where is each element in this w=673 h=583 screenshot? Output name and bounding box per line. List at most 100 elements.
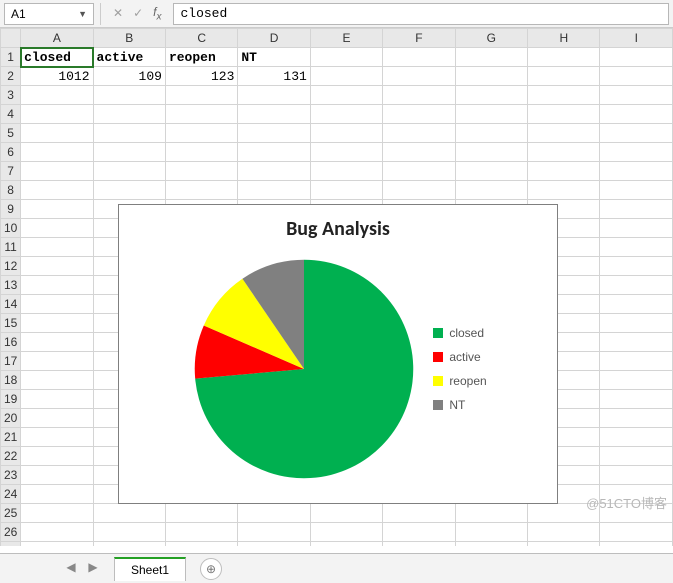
cell-B8[interactable] xyxy=(93,181,165,200)
cell-I26[interactable] xyxy=(600,523,673,542)
cell-A9[interactable] xyxy=(21,200,93,219)
row-header-6[interactable]: 6 xyxy=(1,143,21,162)
row-header-17[interactable]: 17 xyxy=(1,352,21,371)
cell-I4[interactable] xyxy=(600,105,673,124)
cell-I16[interactable] xyxy=(600,333,673,352)
cell-B3[interactable] xyxy=(93,86,165,105)
cell-C8[interactable] xyxy=(165,181,237,200)
cell-B27[interactable] xyxy=(93,542,165,547)
cell-I19[interactable] xyxy=(600,390,673,409)
row-header-25[interactable]: 25 xyxy=(1,504,21,523)
cell-A26[interactable] xyxy=(21,523,93,542)
cell-F5[interactable] xyxy=(383,124,455,143)
cell-I7[interactable] xyxy=(600,162,673,181)
cell-I18[interactable] xyxy=(600,371,673,390)
cell-H6[interactable] xyxy=(528,143,600,162)
cell-C1[interactable]: reopen xyxy=(165,48,237,67)
cell-A21[interactable] xyxy=(21,428,93,447)
cell-I2[interactable] xyxy=(600,67,673,86)
cell-A19[interactable] xyxy=(21,390,93,409)
cell-H5[interactable] xyxy=(528,124,600,143)
col-header-D[interactable]: D xyxy=(238,29,310,48)
cell-G7[interactable] xyxy=(455,162,527,181)
cell-A23[interactable] xyxy=(21,466,93,485)
row-header-11[interactable]: 11 xyxy=(1,238,21,257)
cell-I21[interactable] xyxy=(600,428,673,447)
cell-E7[interactable] xyxy=(310,162,382,181)
cell-A24[interactable] xyxy=(21,485,93,504)
cell-A13[interactable] xyxy=(21,276,93,295)
cell-A2[interactable]: 1012 xyxy=(21,67,93,86)
cell-A11[interactable] xyxy=(21,238,93,257)
row-header-2[interactable]: 2 xyxy=(1,67,21,86)
chevron-down-icon[interactable]: ▼ xyxy=(78,9,87,19)
cell-G2[interactable] xyxy=(455,67,527,86)
cell-G26[interactable] xyxy=(455,523,527,542)
cell-I14[interactable] xyxy=(600,295,673,314)
row-header-7[interactable]: 7 xyxy=(1,162,21,181)
cell-A4[interactable] xyxy=(21,105,93,124)
cell-A20[interactable] xyxy=(21,409,93,428)
col-header-E[interactable]: E xyxy=(310,29,382,48)
name-box[interactable]: A1 ▼ xyxy=(4,3,94,25)
cell-F1[interactable] xyxy=(383,48,455,67)
cell-H7[interactable] xyxy=(528,162,600,181)
row-header-15[interactable]: 15 xyxy=(1,314,21,333)
row-header-8[interactable]: 8 xyxy=(1,181,21,200)
cell-C3[interactable] xyxy=(165,86,237,105)
cell-A8[interactable] xyxy=(21,181,93,200)
add-sheet-button[interactable]: ⊕ xyxy=(200,558,222,580)
cell-I10[interactable] xyxy=(600,219,673,238)
cell-B26[interactable] xyxy=(93,523,165,542)
row-header-13[interactable]: 13 xyxy=(1,276,21,295)
col-header-G[interactable]: G xyxy=(455,29,527,48)
cell-D4[interactable] xyxy=(238,105,310,124)
cell-F8[interactable] xyxy=(383,181,455,200)
cell-D5[interactable] xyxy=(238,124,310,143)
cell-H3[interactable] xyxy=(528,86,600,105)
row-header-23[interactable]: 23 xyxy=(1,466,21,485)
row-header-16[interactable]: 16 xyxy=(1,333,21,352)
cell-A15[interactable] xyxy=(21,314,93,333)
cell-I11[interactable] xyxy=(600,238,673,257)
cell-B7[interactable] xyxy=(93,162,165,181)
cell-F25[interactable] xyxy=(383,504,455,523)
cell-C4[interactable] xyxy=(165,105,237,124)
cell-E1[interactable] xyxy=(310,48,382,67)
cell-E25[interactable] xyxy=(310,504,382,523)
cell-D26[interactable] xyxy=(238,523,310,542)
fx-icon[interactable]: fx xyxy=(153,5,161,22)
cell-D27[interactable] xyxy=(238,542,310,547)
cell-F26[interactable] xyxy=(383,523,455,542)
cell-A16[interactable] xyxy=(21,333,93,352)
cell-A5[interactable] xyxy=(21,124,93,143)
cell-I5[interactable] xyxy=(600,124,673,143)
select-all-corner[interactable] xyxy=(1,29,21,48)
cell-B6[interactable] xyxy=(93,143,165,162)
cell-C25[interactable] xyxy=(165,504,237,523)
cell-I17[interactable] xyxy=(600,352,673,371)
cell-G1[interactable] xyxy=(455,48,527,67)
row-header-21[interactable]: 21 xyxy=(1,428,21,447)
cell-E6[interactable] xyxy=(310,143,382,162)
row-header-24[interactable]: 24 xyxy=(1,485,21,504)
row-header-27[interactable]: 27 xyxy=(1,542,21,547)
cell-B5[interactable] xyxy=(93,124,165,143)
cell-I22[interactable] xyxy=(600,447,673,466)
tab-prev-icon[interactable]: ◀ xyxy=(62,560,80,578)
row-header-14[interactable]: 14 xyxy=(1,295,21,314)
tab-next-icon[interactable]: ▶ xyxy=(84,560,102,578)
cell-I6[interactable] xyxy=(600,143,673,162)
cell-I15[interactable] xyxy=(600,314,673,333)
cell-I1[interactable] xyxy=(600,48,673,67)
cell-F6[interactable] xyxy=(383,143,455,162)
cell-G25[interactable] xyxy=(455,504,527,523)
row-header-5[interactable]: 5 xyxy=(1,124,21,143)
cell-F4[interactable] xyxy=(383,105,455,124)
cell-A22[interactable] xyxy=(21,447,93,466)
cell-G4[interactable] xyxy=(455,105,527,124)
cell-A14[interactable] xyxy=(21,295,93,314)
cell-A27[interactable] xyxy=(21,542,93,547)
cancel-icon[interactable]: ✕ xyxy=(113,6,123,20)
cell-F3[interactable] xyxy=(383,86,455,105)
